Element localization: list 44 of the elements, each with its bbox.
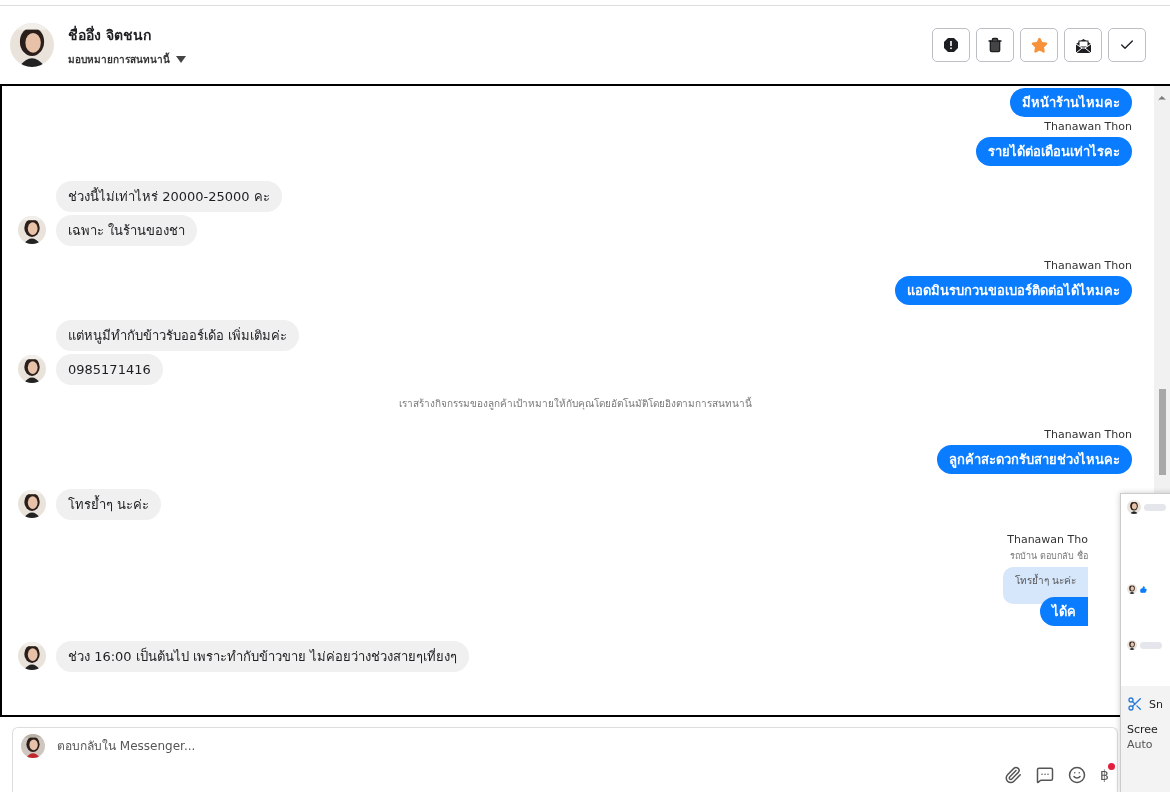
paperclip-icon[interactable] — [1004, 766, 1023, 784]
sender-name: Thanawan Thon — [1044, 259, 1132, 273]
currency-icon[interactable]: ฿ — [1100, 767, 1109, 783]
message-bubble: รายได้ต่อเดือนเท่าไรคะ — [976, 137, 1132, 166]
chat-icon[interactable] — [1036, 766, 1055, 784]
quoted-message: โทรย้ำๆ นะค่ะ — [1002, 567, 1088, 604]
smile-icon[interactable] — [1068, 766, 1087, 784]
envelope-icon — [1074, 36, 1092, 54]
check-button[interactable] — [1108, 28, 1146, 62]
message-bubble: เฉพาะ ในร้านของชา — [56, 215, 198, 246]
message-bubble: ลูกค้าสะดวกรับสายช่วงไหนคะ — [937, 445, 1132, 474]
scrollbar-thumb[interactable] — [1158, 389, 1166, 475]
app-name: Sn — [1149, 697, 1163, 711]
contact-name: ชื่ออึ่ง จิตชนก — [68, 24, 152, 45]
star-icon — [1030, 36, 1048, 54]
system-notice: เราสร้างกิจกรรมของลูกค้าเป้าหมายให้กับคุณโดยอัตโนมัติโดยอิงตามการสนทนานี้ — [397, 396, 753, 411]
sender-name: Thanawan Tho — [1007, 533, 1088, 547]
star-button[interactable] — [1020, 28, 1058, 62]
message-bubble: ช่วงนี้ไม่เท่าไหร่ 20000-25000 คะ — [56, 181, 282, 212]
mini-bubble — [1144, 503, 1166, 511]
reply-note: รถบ้าน ตอบกลับ ชื่อ — [1010, 550, 1088, 562]
sender-name: Thanawan Thon — [1044, 120, 1132, 134]
notification-title: Scree — [1127, 722, 1159, 738]
assign-link[interactable]: มอบหมายการสนทนานี้ — [68, 51, 170, 67]
scissors-icon — [1127, 696, 1143, 712]
message-bubble: แอดมินรบกวนขอเบอร์ติดต่อได้ไหมคะ — [895, 276, 1132, 305]
caret-icon — [176, 55, 186, 63]
message-bubble: ได้ค — [1040, 597, 1088, 626]
trash-icon — [987, 37, 1003, 53]
notification-panel[interactable]: Sn Scree Auto — [1120, 493, 1170, 792]
mini-bubble — [1140, 641, 1162, 649]
message-bubble: โทรย้ำๆ นะค่ะ — [56, 489, 162, 520]
message-bubble: ช่วง 16:00 เป็นต้นไป เพราะทำกับข้าวขาย ไม่ค่อยว่างช่วงสายๆเที่ยงๆ — [56, 641, 469, 672]
mail-button[interactable] — [1064, 28, 1102, 62]
trash-button[interactable] — [976, 28, 1014, 62]
message-bubble: มีหน้าร้านไหมคะ — [1010, 88, 1132, 117]
message-bubble: 0985171416 — [56, 354, 163, 385]
alert-icon — [943, 37, 959, 53]
like-icon — [1140, 585, 1147, 593]
message-bubble: แต่หนูมีทำกับข้าวรับออร์เด้อ เพิ่มเติมค่ะ — [56, 320, 300, 351]
alert-button[interactable] — [932, 28, 970, 62]
notification-body: Auto — [1127, 737, 1154, 753]
notification-dot — [1108, 763, 1115, 770]
sender-name: Thanawan Thon — [1044, 428, 1132, 442]
